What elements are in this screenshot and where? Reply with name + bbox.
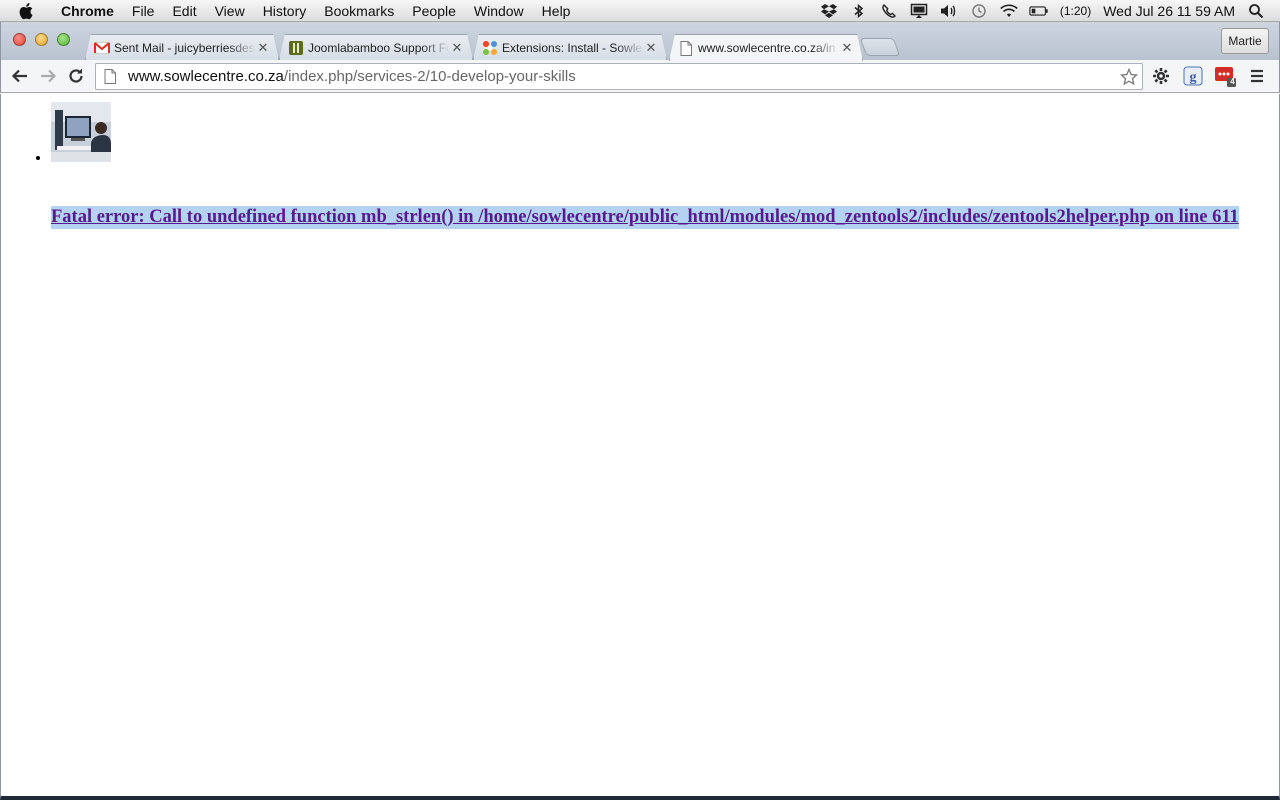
menu-bar: Chrome File Edit View History Bookmarks …: [0, 0, 1280, 22]
window-zoom-button[interactable]: [57, 33, 70, 46]
tab-extensions-install[interactable]: Extensions: Install - Sowle ✕: [473, 34, 667, 60]
url-host: www.sowlecentre.co.za: [128, 68, 284, 85]
svg-text:g: g: [1190, 70, 1197, 85]
address-bar[interactable]: www.sowlecentre.co.za/index.php/services…: [95, 63, 1143, 90]
tab-label: Sent Mail - juicyberriesdes: [114, 40, 255, 55]
gmail-icon: [94, 40, 110, 56]
list-item: [51, 102, 111, 162]
menu-view[interactable]: View: [206, 0, 254, 22]
window-controls: [13, 33, 70, 46]
reload-button[interactable]: [65, 65, 87, 87]
browser-toolbar: www.sowlecentre.co.za/index.php/services…: [0, 60, 1280, 93]
status-area: (1:20) Wed Jul 26 11 59 AM: [814, 0, 1280, 22]
time-machine-icon[interactable]: [969, 0, 989, 22]
bluetooth-icon[interactable]: [849, 0, 869, 22]
page-icon: [678, 40, 694, 56]
tab-close-icon[interactable]: ✕: [256, 40, 270, 56]
airplay-display-icon[interactable]: [909, 0, 929, 22]
menu-window[interactable]: Window: [465, 0, 533, 22]
volume-icon[interactable]: [939, 0, 959, 22]
menu-bookmarks[interactable]: Bookmarks: [315, 0, 403, 22]
menu-help[interactable]: Help: [533, 0, 580, 22]
window-close-button[interactable]: [13, 33, 26, 46]
dropbox-icon[interactable]: [819, 0, 839, 22]
menu-file[interactable]: File: [123, 0, 164, 22]
wifi-icon[interactable]: [999, 0, 1019, 22]
menu-history[interactable]: History: [254, 0, 316, 22]
tab-close-icon[interactable]: ✕: [644, 40, 658, 56]
joomla-icon: [482, 40, 498, 56]
clock[interactable]: Wed Jul 26 11 59 AM: [1103, 3, 1235, 19]
google-extension-icon[interactable]: g: [1182, 65, 1204, 87]
profile-button[interactable]: Martie: [1221, 28, 1269, 54]
forward-button[interactable]: [37, 65, 59, 87]
battery-icon[interactable]: [1029, 0, 1049, 22]
spotlight-search-icon[interactable]: [1246, 0, 1266, 22]
tab-close-icon[interactable]: ✕: [450, 40, 464, 56]
tab-sowlecentre-active[interactable]: www.sowlecentre.co.za/in ✕: [669, 34, 863, 61]
office-photo-thumbnail[interactable]: [51, 102, 111, 162]
tab-label: www.sowlecentre.co.za/in: [698, 41, 836, 55]
lastpass-extension-icon[interactable]: 4: [1214, 65, 1236, 87]
menu-people[interactable]: People: [403, 0, 465, 22]
apple-icon[interactable]: [18, 0, 38, 22]
page-icon: [104, 69, 120, 85]
bookmark-star-icon[interactable]: [1119, 67, 1139, 87]
tab-label: Extensions: Install - Sowle: [502, 40, 643, 55]
tab-strip: Sent Mail - juicyberriesdes ✕ Joomlabamb…: [0, 22, 1280, 60]
page-content: Fatal error: Call to undefined function …: [0, 94, 1280, 800]
gear-icon[interactable]: [1150, 65, 1172, 87]
url-path: /index.php/services-2/10-develop-your-sk…: [283, 68, 576, 85]
fatal-error-link[interactable]: Fatal error: Call to undefined function …: [51, 206, 1239, 229]
tab-label: Joomlabamboo Support Fo: [308, 40, 450, 55]
extension-badge: 4: [1230, 77, 1235, 86]
window-minimize-button[interactable]: [35, 33, 48, 46]
battery-time: (1:20): [1059, 4, 1092, 18]
chrome-menu-icon[interactable]: [1246, 65, 1268, 87]
menu-app-name[interactable]: Chrome: [52, 0, 123, 22]
tab-close-icon[interactable]: ✕: [840, 40, 854, 56]
menu-edit[interactable]: Edit: [163, 0, 205, 22]
tab-sent-mail[interactable]: Sent Mail - juicyberriesdes ✕: [85, 34, 279, 60]
tab-joomlabamboo-support[interactable]: Joomlabamboo Support Fo ✕: [279, 34, 473, 60]
module-list: [51, 102, 111, 162]
back-button[interactable]: [9, 65, 31, 87]
joomlabamboo-icon: [288, 40, 304, 56]
phone-icon[interactable]: [879, 0, 899, 22]
new-tab-button[interactable]: [859, 38, 901, 56]
